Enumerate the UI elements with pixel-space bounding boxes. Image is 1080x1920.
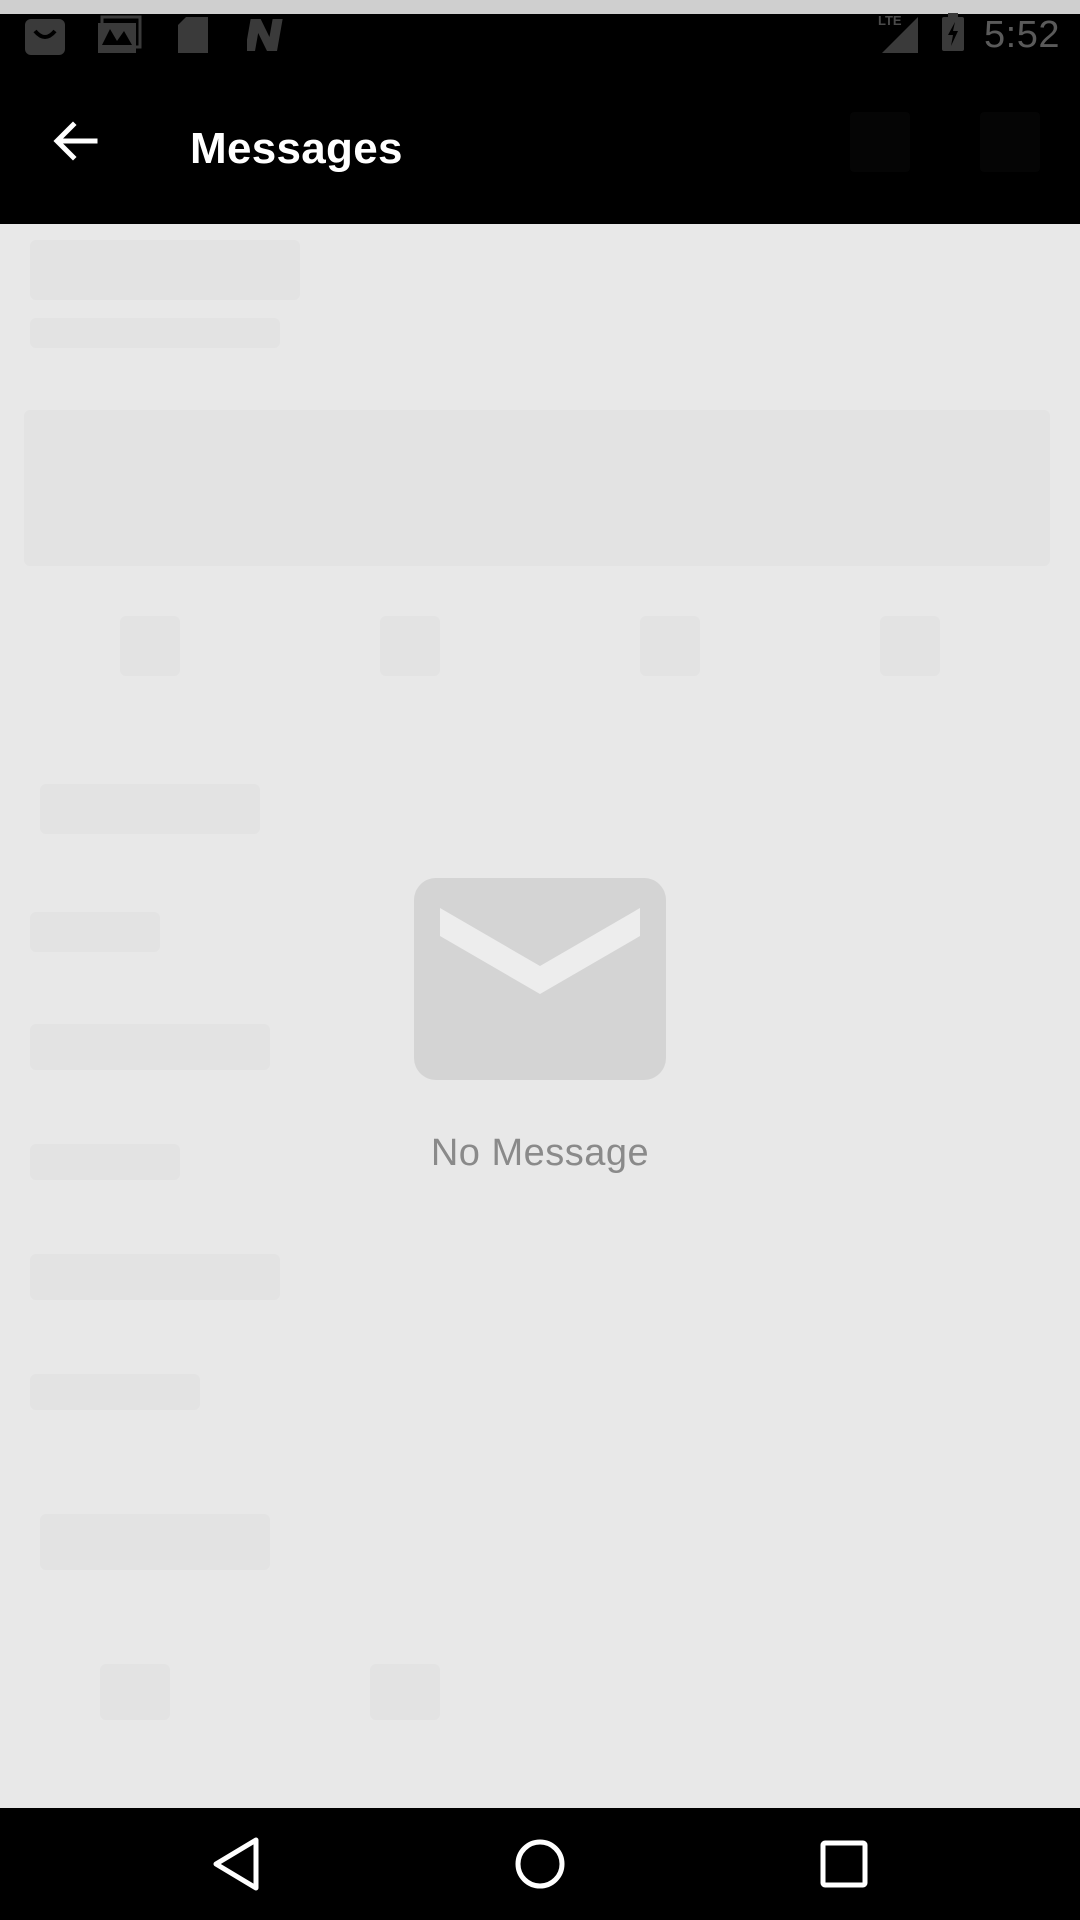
gallery-icon (96, 12, 142, 58)
notification-icons (22, 12, 290, 58)
n-icon (244, 12, 290, 58)
system-status: LTE 5:52 (878, 12, 1060, 58)
ghost-block (640, 616, 700, 676)
ghost-block (30, 1374, 200, 1410)
app-bar: Messages (0, 68, 1080, 224)
action-placeholder-right (980, 112, 1040, 172)
empty-state-text: No Message (430, 1132, 650, 1174)
ghost-block (30, 318, 280, 348)
ghost-block (370, 1664, 440, 1720)
ghost-block (100, 1664, 170, 1720)
ghost-block (380, 616, 440, 676)
back-button[interactable] (40, 108, 110, 178)
ghost-block (30, 240, 300, 300)
battery-charging-icon (940, 12, 966, 58)
shopping-bag-icon (22, 12, 68, 58)
empty-state: No Message (0, 878, 1080, 1175)
messages-content: No Message (0, 224, 1080, 1808)
ghost-banner (24, 410, 1050, 566)
envelope-icon (414, 878, 666, 1080)
page-title: Messages (190, 124, 403, 173)
ghost-block (40, 784, 260, 834)
recents-square-icon (818, 1838, 870, 1895)
arrow-back-icon (51, 119, 99, 168)
app-bar-actions (850, 112, 1040, 172)
ghost-block (880, 616, 940, 676)
back-triangle-icon (210, 1836, 262, 1897)
status-bar: LTE 5:52 (0, 0, 1080, 68)
ghost-block (40, 1514, 270, 1570)
navigation-bar (0, 1808, 1080, 1920)
home-circle-icon (512, 1836, 568, 1897)
nav-recents-button[interactable] (812, 1834, 876, 1898)
ghost-block (120, 616, 180, 676)
action-placeholder-left (850, 112, 910, 172)
svg-text:LTE: LTE (878, 13, 902, 28)
status-clock: 5:52 (984, 13, 1060, 56)
lte-signal-icon: LTE (878, 11, 922, 60)
ghost-block (30, 1254, 280, 1300)
sd-card-icon (170, 12, 216, 58)
nav-home-button[interactable] (508, 1834, 572, 1898)
nav-back-button[interactable] (204, 1834, 268, 1898)
